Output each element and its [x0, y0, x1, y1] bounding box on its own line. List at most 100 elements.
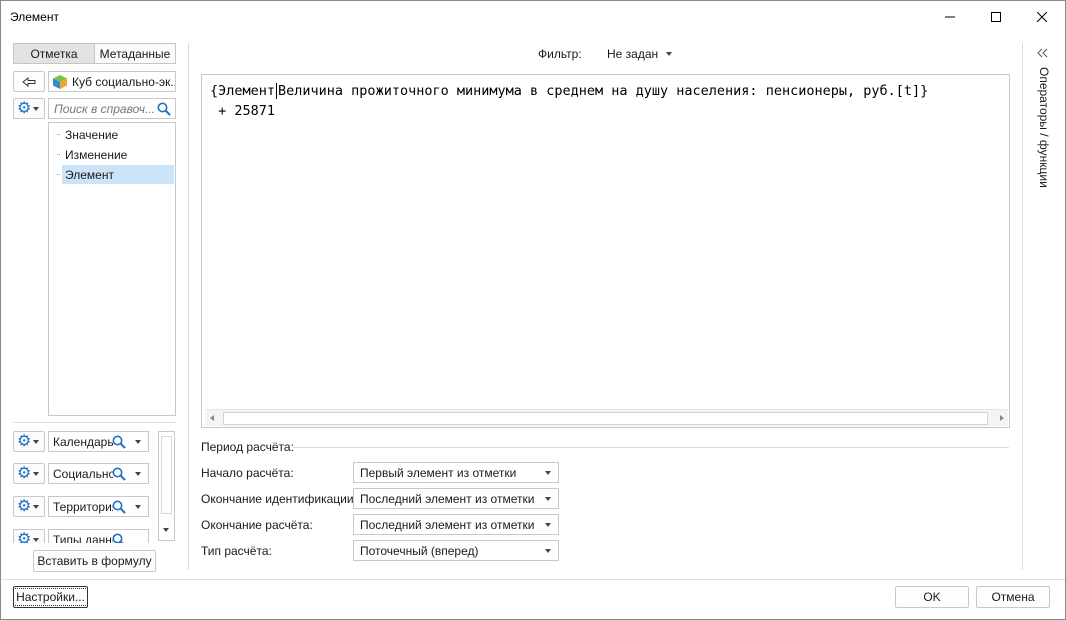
source-selector[interactable]: Куб социально-эк...	[48, 71, 176, 92]
text-cursor	[276, 83, 278, 99]
gear-icon: ⚙	[17, 432, 32, 450]
end-identification-label: Окончание идентификации:	[201, 492, 357, 506]
dimension-label: Территория	[53, 499, 113, 514]
divider	[293, 447, 1009, 448]
dimension-social[interactable]: Социально	[48, 463, 149, 484]
search-icon[interactable]	[112, 533, 126, 543]
dialog-window: Элемент Отметка Метаданные Куб социально…	[0, 0, 1066, 620]
gear-icon: ⚙	[17, 530, 32, 543]
dimension-label: Календарь	[53, 434, 113, 449]
maximize-button[interactable]	[973, 1, 1019, 32]
calc-type-select[interactable]: Поточечный (вперед)	[353, 540, 559, 561]
close-button[interactable]	[1019, 1, 1065, 32]
formula-text[interactable]: {Элемент Величина прожиточного минимума в…	[210, 81, 928, 121]
filter-dropdown[interactable]: Не задан	[607, 43, 673, 64]
scroll-left-icon[interactable]	[210, 415, 214, 421]
dimension-data-types[interactable]: Типы данны	[48, 529, 149, 543]
tree-settings-button[interactable]: ⚙	[13, 98, 45, 119]
scroll-right-icon[interactable]	[1000, 415, 1004, 421]
search-icon[interactable]	[112, 500, 126, 514]
double-chevron-left-icon	[1037, 48, 1048, 58]
scrollbar-thumb[interactable]	[161, 436, 172, 514]
expand-panel-button[interactable]	[1037, 47, 1051, 59]
dimension-calendar[interactable]: Календарь	[48, 431, 149, 452]
search-icon[interactable]	[112, 467, 126, 481]
dimension-label: Типы данны	[53, 532, 113, 544]
period-section-title: Период расчёта:	[201, 440, 294, 454]
formula-element-token: {Элемент	[210, 83, 276, 99]
tab-label: Отметка	[30, 46, 78, 61]
calc-type-label: Тип расчёта:	[201, 544, 272, 558]
scroll-down-icon[interactable]	[163, 528, 169, 532]
chevron-down-icon	[545, 471, 551, 475]
cancel-button[interactable]: Отмена	[976, 586, 1050, 608]
formula-line-1: {Элемент Величина прожиточного минимума в…	[210, 81, 928, 101]
search-icon[interactable]	[157, 102, 171, 116]
end-calc-label: Окончание расчёта:	[201, 518, 313, 532]
search-icon[interactable]	[112, 435, 126, 449]
dimension-scrollbar[interactable]	[158, 431, 175, 541]
chevron-down-icon	[545, 497, 551, 501]
tree-item-change[interactable]: Изменение	[62, 145, 174, 164]
dimension-settings-button[interactable]: ⚙	[13, 463, 45, 484]
formula-editor[interactable]: {Элемент Величина прожиточного минимума в…	[201, 74, 1010, 428]
button-label: OK	[923, 590, 941, 604]
tree-connector	[57, 174, 60, 175]
chevron-down-icon[interactable]	[135, 440, 141, 444]
gear-icon: ⚙	[17, 497, 32, 515]
chevron-down-icon	[545, 523, 551, 527]
title-bar: Элемент	[1, 1, 1065, 32]
tree-item-label: Изменение	[65, 147, 128, 162]
chevron-down-icon[interactable]	[135, 505, 141, 509]
search-input[interactable]	[54, 101, 154, 116]
source-label: Куб социально-эк...	[72, 74, 176, 89]
tree-item-value[interactable]: Значение	[62, 125, 174, 144]
search-box	[48, 98, 176, 119]
chevron-down-icon	[666, 51, 673, 56]
settings-button[interactable]: Настройки...	[13, 586, 88, 608]
gear-icon: ⚙	[17, 99, 32, 117]
ok-button[interactable]: OK	[895, 586, 969, 608]
minimize-button[interactable]	[927, 1, 973, 32]
divider	[13, 422, 176, 423]
filter-label: Фильтр:	[538, 47, 582, 61]
maximize-icon	[991, 11, 1001, 22]
tree-item-element[interactable]: Элемент	[62, 165, 174, 184]
select-value: Последний элемент из отметки	[360, 517, 535, 532]
chevron-down-icon	[33, 106, 40, 111]
tree-item-label: Элемент	[65, 167, 114, 182]
dimension-settings-button[interactable]: ⚙	[13, 496, 45, 517]
tab-otmetka[interactable]: Отметка	[13, 43, 95, 64]
tab-metadata[interactable]: Метаданные	[94, 43, 176, 64]
chevron-down-icon	[545, 549, 551, 553]
operators-functions-tab[interactable]: Операторы / функции	[1037, 67, 1053, 188]
formula-element-name: Величина прожиточного минимума в среднем…	[278, 83, 929, 99]
select-value: Поточечный (вперед)	[360, 543, 479, 558]
start-calc-label: Начало расчёта:	[201, 466, 294, 480]
scrollbar-thumb[interactable]	[223, 412, 988, 425]
chevron-down-icon[interactable]	[135, 472, 141, 476]
horizontal-scrollbar[interactable]	[205, 409, 1008, 426]
insert-into-formula-button[interactable]: Вставить в формулу	[33, 550, 156, 572]
divider	[1022, 43, 1023, 570]
end-identification-select[interactable]: Последний элемент из отметки	[353, 488, 559, 509]
tree-connector	[57, 154, 60, 155]
minimize-icon	[945, 16, 955, 17]
start-calc-select[interactable]: Первый элемент из отметки	[353, 462, 559, 483]
chevron-down-icon	[33, 537, 40, 542]
dimension-label: Социально	[53, 466, 113, 481]
button-label: Вставить в формулу	[37, 554, 152, 568]
gear-icon: ⚙	[17, 464, 32, 482]
back-button[interactable]	[13, 71, 45, 92]
end-calc-select[interactable]: Последний элемент из отметки	[353, 514, 559, 535]
dimension-territory[interactable]: Территория	[48, 496, 149, 517]
dimension-settings-button[interactable]: ⚙	[13, 431, 45, 452]
cube-icon	[53, 74, 67, 89]
button-label: Настройки...	[13, 588, 88, 606]
chevron-down-icon	[33, 504, 40, 509]
chevron-down-icon	[33, 439, 40, 444]
formula-line-2: + 25871	[210, 103, 276, 119]
dimension-settings-button[interactable]: ⚙	[13, 529, 45, 543]
filter-value: Не задан	[607, 46, 659, 61]
chevron-down-icon	[33, 471, 40, 476]
